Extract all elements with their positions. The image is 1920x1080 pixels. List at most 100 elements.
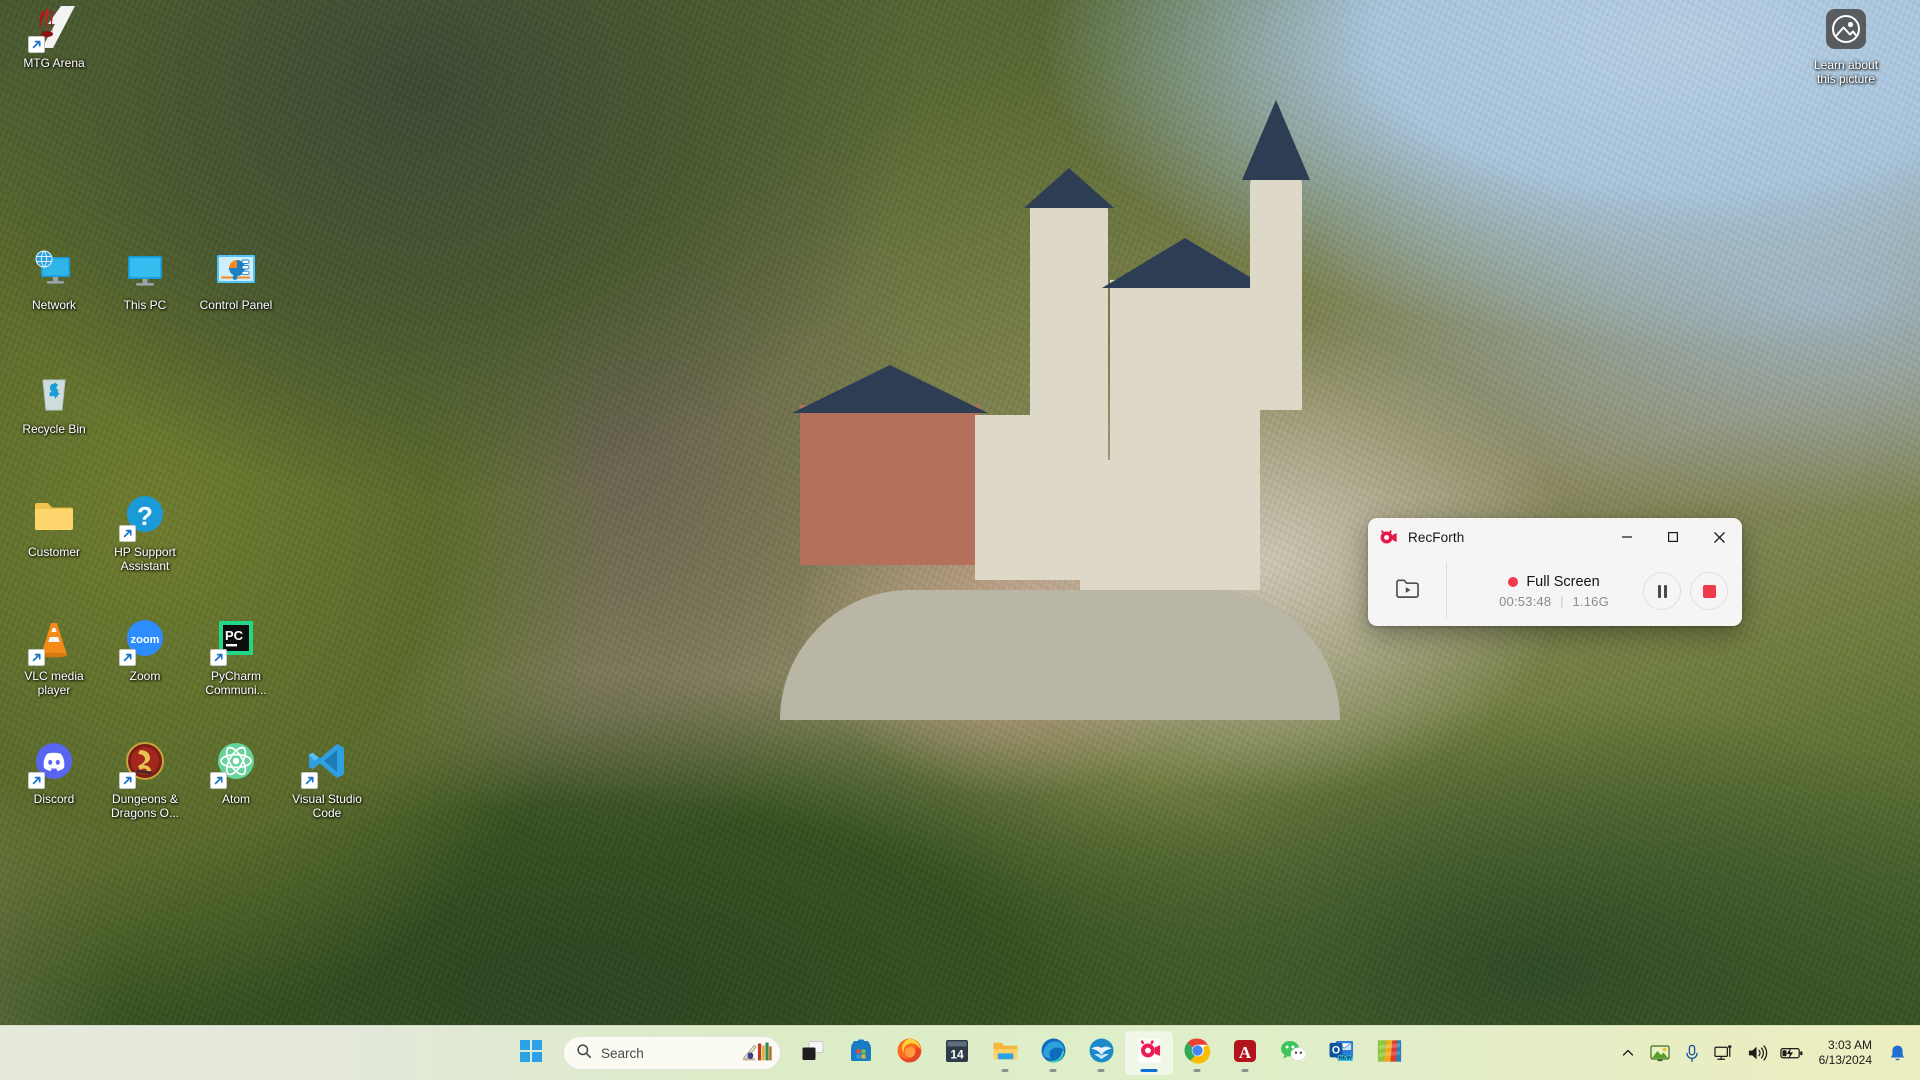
- recforth-titlebar[interactable]: RecForth: [1368, 518, 1742, 556]
- taskbar-app-outlook-new[interactable]: O NEW: [1317, 1031, 1365, 1075]
- tray-network-icon[interactable]: [1709, 1033, 1740, 1073]
- show-hidden-icons-button[interactable]: [1613, 1033, 1643, 1073]
- tray-microphone-icon[interactable]: [1677, 1033, 1707, 1073]
- desktop-icon-zoom[interactable]: zoom Zoom: [99, 617, 191, 683]
- learn-about-this-picture[interactable]: Learn about this picture: [1800, 6, 1892, 86]
- recording-mode: Full Screen: [1508, 573, 1600, 590]
- stop-recording-button[interactable]: [1690, 572, 1728, 610]
- desktop-icon-label: VLC media player: [24, 669, 84, 697]
- desktop[interactable]: MTG Arena Network This PC Control Panel …: [0, 0, 1920, 1080]
- taskbar-app-thunderbird[interactable]: [1077, 1031, 1125, 1075]
- desktop-icon-label: Atom: [221, 792, 250, 806]
- taskbar-app-firefox[interactable]: [885, 1031, 933, 1075]
- elapsed-time: 00:53:48: [1499, 593, 1552, 609]
- taskbar-app-calendar[interactable]: 14: [933, 1031, 981, 1075]
- castle-illustration: [780, 100, 1400, 800]
- desktop-icon-label: Zoom: [129, 669, 161, 683]
- desktop-icon-customer[interactable]: Customer: [8, 493, 100, 559]
- desktop-icon-label: Dungeons & Dragons O...: [110, 792, 180, 820]
- atom-icon: [210, 740, 260, 789]
- zoom-icon: zoom: [119, 617, 169, 666]
- desktop-icon-mtg-arena[interactable]: MTG Arena: [8, 4, 100, 70]
- desktop-icon-label: Discord: [33, 792, 75, 806]
- taskbar-running-indicator: [1097, 1069, 1105, 1072]
- desktop-icon-this-pc[interactable]: This PC: [99, 246, 191, 312]
- taskbar-app-task-view[interactable]: [789, 1031, 837, 1075]
- desktop-icon-dnd[interactable]: Dungeons & Dragons O...: [99, 740, 191, 820]
- shortcut-arrow-icon: [210, 649, 227, 666]
- clock[interactable]: 3:03 AM 6/13/2024: [1811, 1038, 1880, 1068]
- thunderbird-icon: [1088, 1037, 1115, 1069]
- desktop-icon-label: Network: [31, 298, 76, 312]
- recforth-window[interactable]: RecForth Full Screen 00:53:48 | 1.16G: [1368, 518, 1742, 626]
- desktop-icon-atom[interactable]: Atom: [190, 740, 282, 806]
- search-box[interactable]: Search: [563, 1036, 781, 1070]
- recforth-title: RecForth: [1408, 529, 1465, 545]
- pause-icon: [1657, 584, 1667, 598]
- desktop-icon-label: Visual Studio Code: [292, 792, 362, 820]
- edge-icon: [1040, 1037, 1067, 1069]
- recording-indicator-dot: [1508, 576, 1519, 587]
- minimize-button[interactable]: [1604, 518, 1650, 556]
- recording-mode-label: Full Screen: [1526, 573, 1600, 590]
- taskbar[interactable]: Search 14 A O NEW 3:03 AM 6/13/2024: [0, 1025, 1920, 1080]
- tray-picture-icon[interactable]: [1645, 1033, 1675, 1073]
- desktop-icon-control-panel[interactable]: Control Panel: [190, 246, 282, 312]
- desktop-icon-pycharm[interactable]: PC PyCharm Communi...: [190, 617, 282, 697]
- recording-controls[interactable]: [1643, 572, 1742, 610]
- mtg-arena-icon: [28, 4, 78, 53]
- desktop-icon-label: Customer: [27, 545, 80, 559]
- desktop-icon-label: MTG Arena: [23, 56, 85, 70]
- shortcut-arrow-icon: [301, 772, 318, 789]
- maximize-button[interactable]: [1650, 518, 1696, 556]
- system-tray[interactable]: 3:03 AM 6/13/2024: [1613, 1026, 1912, 1080]
- camcorder-icon: [1379, 528, 1398, 547]
- close-button[interactable]: [1696, 518, 1742, 556]
- shortcut-arrow-icon: [210, 772, 227, 789]
- camcorder-icon: [1136, 1037, 1163, 1069]
- taskbar-running-indicator: [1193, 1069, 1201, 1072]
- taskbar-running-indicator: [1001, 1069, 1009, 1072]
- taskbar-apps[interactable]: 14 A O NEW: [789, 1031, 1413, 1075]
- taskbar-app-wechat[interactable]: [1269, 1031, 1317, 1075]
- search-icon: [576, 1043, 592, 1064]
- taskbar-running-indicator: [1241, 1069, 1249, 1072]
- tray-volume-icon[interactable]: [1742, 1033, 1773, 1073]
- taskbar-app-microsoft-store[interactable]: [837, 1031, 885, 1075]
- picture-info-icon: [1822, 6, 1870, 54]
- taskbar-app-file-explorer[interactable]: [981, 1031, 1029, 1075]
- shortcut-arrow-icon: [119, 649, 136, 666]
- taskbar-app-recforth[interactable]: [1125, 1031, 1173, 1075]
- this-pc-icon: [121, 246, 169, 294]
- window-controls[interactable]: [1604, 518, 1742, 556]
- shortcut-arrow-icon: [28, 772, 45, 789]
- desktop-icon-network[interactable]: Network: [8, 246, 100, 312]
- vlc-cone-icon: [28, 617, 78, 666]
- desktop-icon-vlc[interactable]: VLC media player: [8, 617, 100, 697]
- store-icon: [848, 1038, 874, 1069]
- avg-icon: [1376, 1038, 1403, 1069]
- open-recordings-folder-button[interactable]: [1368, 556, 1446, 626]
- taskbar-app-adobe-acrobat[interactable]: A: [1221, 1031, 1269, 1075]
- desktop-icon-vscode[interactable]: Visual Studio Code: [281, 740, 373, 820]
- notifications-button[interactable]: [1882, 1033, 1912, 1073]
- taskbar-running-indicator: [1049, 1069, 1057, 1072]
- windows-logo-icon: [520, 1039, 542, 1067]
- shortcut-arrow-icon: [119, 525, 136, 542]
- taskbar-app-avg[interactable]: [1365, 1031, 1413, 1075]
- desktop-icon-discord[interactable]: Discord: [8, 740, 100, 806]
- clock-time: 3:03 AM: [1827, 1038, 1872, 1052]
- clock-date: 6/13/2024: [1818, 1053, 1872, 1067]
- desktop-icon-recycle-bin[interactable]: Recycle Bin: [8, 370, 100, 436]
- desktop-icon-hp-support[interactable]: ? HP Support Assistant: [99, 493, 191, 573]
- tray-battery-icon[interactable]: [1775, 1033, 1809, 1073]
- taskbar-app-google-chrome[interactable]: [1173, 1031, 1221, 1075]
- start-button[interactable]: [507, 1031, 555, 1075]
- shortcut-arrow-icon: [119, 772, 136, 789]
- taskbar-center-group[interactable]: Search 14 A O NEW: [507, 1026, 1413, 1080]
- taskbar-app-microsoft-edge[interactable]: [1029, 1031, 1077, 1075]
- pause-recording-button[interactable]: [1643, 572, 1681, 610]
- file-size: 1.16G: [1572, 593, 1609, 609]
- svg-text:NEW: NEW: [1338, 1055, 1352, 1061]
- search-input[interactable]: Search: [601, 1046, 733, 1061]
